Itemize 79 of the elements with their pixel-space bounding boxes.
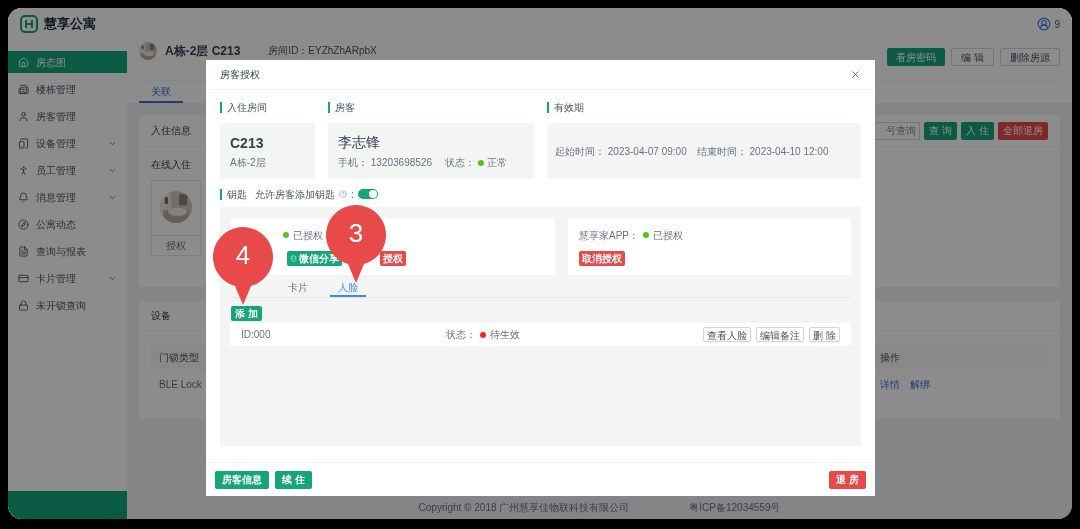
user-count-text: 9 bbox=[1054, 17, 1060, 32]
action-button[interactable]: 看房密码 bbox=[887, 48, 946, 66]
key-button[interactable]: 取消授权 bbox=[579, 251, 625, 266]
copyright-text: Copyright © 2018 广州慧享佳物联科技有限公司 bbox=[418, 501, 630, 515]
key-label: 慧享家APP： bbox=[579, 228, 639, 243]
close-icon[interactable] bbox=[850, 69, 861, 80]
person-icon bbox=[18, 164, 29, 176]
room-number: C213 bbox=[230, 133, 265, 153]
lock-icon bbox=[18, 299, 29, 311]
table-cell-text: BLE Lock bbox=[159, 378, 202, 392]
sidebar-item[interactable]: 公寓动态 bbox=[8, 213, 127, 235]
status-text: 待生效 bbox=[490, 328, 521, 342]
dialog-title: 房客授权 bbox=[220, 68, 260, 82]
tab[interactable]: 卡片 bbox=[280, 279, 316, 297]
toggle-switch[interactable] bbox=[357, 189, 378, 199]
bell-icon bbox=[18, 191, 29, 203]
column-header: 门锁类型 bbox=[159, 350, 199, 365]
device-icon bbox=[18, 137, 29, 149]
user-icon bbox=[18, 110, 29, 122]
section-heading: 有效期 bbox=[554, 101, 584, 115]
sidebar-item[interactable]: 房态图 bbox=[8, 51, 127, 73]
start-time: 起始时间： 2023-04-07 09:00 bbox=[555, 144, 687, 159]
avatar-icon[interactable] bbox=[1037, 17, 1052, 31]
compass-icon bbox=[18, 218, 29, 230]
footer-button[interactable]: 续 住 bbox=[275, 470, 312, 489]
room-id: 房间ID：EYZhZhARpbX bbox=[268, 45, 377, 57]
row-action-button[interactable]: 编辑备注 bbox=[756, 327, 805, 342]
sidebar-item[interactable]: 未开锁查询 bbox=[8, 294, 127, 316]
card-title: 入住信息 bbox=[151, 124, 191, 138]
sidebar-item[interactable]: 房客管理 bbox=[8, 105, 127, 127]
action-button[interactable]: 编 辑 bbox=[951, 48, 994, 66]
help-icon[interactable] bbox=[339, 190, 347, 198]
sidebar-item[interactable]: 卡片管理 bbox=[8, 267, 127, 289]
sidebar-item[interactable]: 员工管理 bbox=[8, 159, 127, 181]
row-action-button[interactable]: 查看人脸 bbox=[703, 327, 752, 342]
sidebar-item[interactable]: 查询与报表 bbox=[8, 240, 127, 262]
sidebar-item[interactable]: 消息管理 bbox=[8, 186, 127, 208]
logo-icon bbox=[20, 15, 38, 33]
action-button[interactable]: 查 询 bbox=[924, 121, 958, 140]
guest-name: 李志锋 bbox=[338, 133, 381, 152]
footer-button[interactable]: 房客信息 bbox=[215, 470, 269, 489]
section-heading: 入住房间 bbox=[227, 101, 267, 115]
room-floor: A栋-2层 bbox=[230, 155, 267, 170]
callout-marker: 4 bbox=[211, 225, 275, 307]
sidebar-item[interactable]: 设备管理 bbox=[8, 132, 127, 154]
document-icon bbox=[18, 245, 29, 257]
action-button[interactable]: 全部退房 bbox=[998, 121, 1048, 140]
card-icon bbox=[18, 272, 29, 284]
section-heading: 房客 bbox=[335, 101, 355, 115]
card-title: 设备 bbox=[151, 309, 171, 323]
sidebar-item[interactable]: 楼栋管理 bbox=[8, 78, 127, 100]
section-title: 在线入住 bbox=[151, 158, 191, 172]
add-button[interactable]: 添 加 bbox=[231, 306, 262, 321]
footer-button[interactable]: 退 房 bbox=[829, 470, 866, 489]
building-icon bbox=[18, 83, 29, 95]
row-action-button[interactable]: 删 除 bbox=[809, 327, 840, 342]
status-label: 状态： bbox=[446, 328, 476, 342]
app-name: 慧享公寓 bbox=[44, 15, 96, 34]
action-button[interactable]: 删除房源 bbox=[1000, 48, 1060, 66]
status-label: 状态： bbox=[444, 156, 475, 170]
face-id: ID:000 bbox=[241, 328, 272, 342]
home-icon bbox=[18, 56, 29, 68]
status-text: 已授权 bbox=[293, 228, 323, 243]
status-text: 正常 bbox=[486, 156, 507, 170]
allow-label: 允许房客添加钥匙 bbox=[255, 187, 335, 202]
shield-icon bbox=[290, 255, 297, 262]
icp-text: 粤ICP备12034559号 bbox=[689, 501, 781, 515]
room-title: A栋-2层 C213 bbox=[165, 44, 241, 58]
table-link[interactable]: 详情 bbox=[880, 377, 900, 392]
column-header: 操作 bbox=[880, 350, 901, 365]
action-button[interactable]: 入 住 bbox=[961, 121, 994, 140]
table-link[interactable]: 解绑 bbox=[910, 377, 930, 392]
key-button[interactable]: 授权 bbox=[380, 251, 406, 266]
colon-text: : bbox=[351, 187, 354, 202]
status-text: 已授权 bbox=[653, 228, 683, 243]
tab[interactable]: 关联 bbox=[139, 81, 183, 103]
section-heading: 钥匙 bbox=[227, 187, 247, 202]
phone-text: 手机： 13203698526 bbox=[338, 156, 432, 170]
end-time: 结束时间： 2023-04-10 12:00 bbox=[696, 144, 829, 159]
